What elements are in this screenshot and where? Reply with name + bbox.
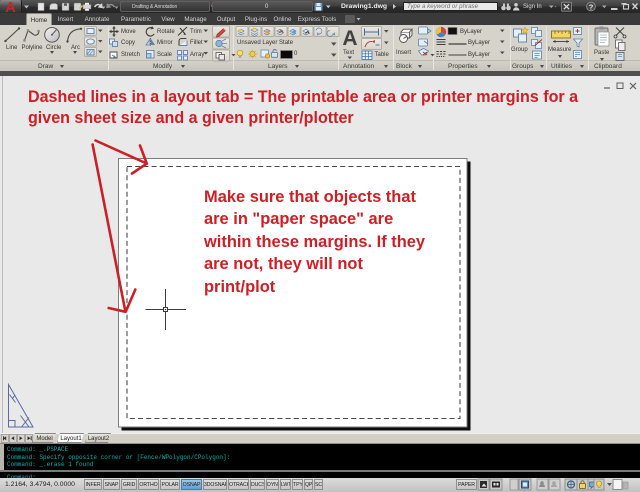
svg-text:?: ? bbox=[589, 2, 594, 11]
svg-text:A: A bbox=[5, 0, 16, 13]
svg-text:A: A bbox=[342, 27, 357, 50]
